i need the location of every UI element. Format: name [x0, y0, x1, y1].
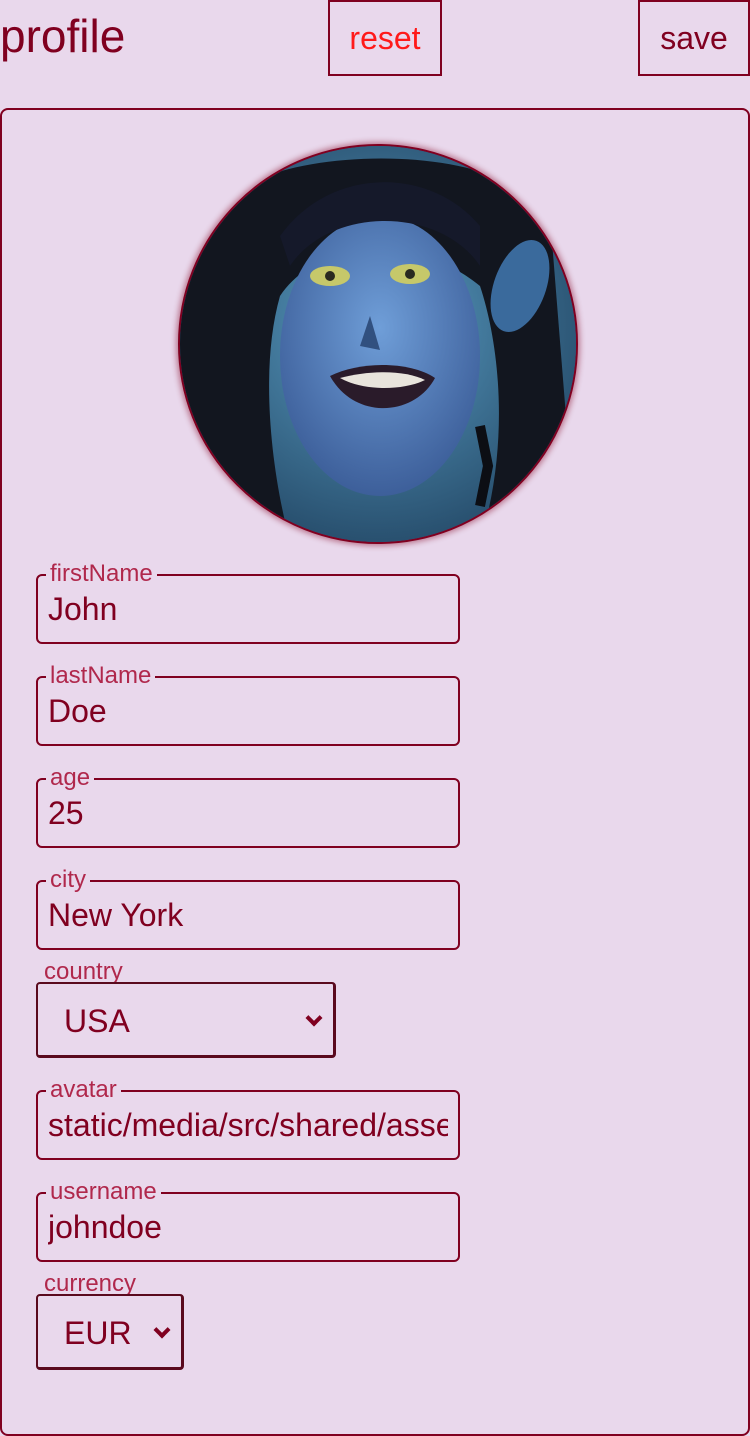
page-title: profile: [0, 10, 126, 62]
age-input[interactable]: 25: [48, 794, 448, 832]
last-name-input[interactable]: Doe: [48, 692, 448, 730]
avatar-field[interactable]: avatar static/media/src/shared/asse: [36, 1077, 460, 1160]
age-field[interactable]: age 25: [36, 765, 460, 848]
profile-page: profile reset save firstName John lastNa…: [0, 0, 750, 1436]
username-label: username: [46, 1179, 161, 1205]
currency-select-value: EUR: [64, 1315, 132, 1351]
reset-button[interactable]: reset: [328, 0, 442, 76]
avatar-image: [180, 146, 576, 542]
username-input[interactable]: johndoe: [48, 1208, 448, 1246]
city-field[interactable]: city New York: [36, 867, 460, 950]
chevron-down-icon: [153, 1321, 171, 1339]
last-name-field[interactable]: lastName Doe: [36, 663, 460, 746]
country-select-value: USA: [64, 1003, 130, 1039]
age-label: age: [46, 765, 95, 791]
first-name-field[interactable]: firstName John: [36, 561, 460, 644]
username-field[interactable]: username johndoe: [36, 1179, 460, 1262]
last-name-label: lastName: [46, 663, 156, 689]
city-input[interactable]: New York: [48, 896, 448, 934]
country-select[interactable]: USA: [36, 982, 336, 1058]
avatar: [178, 144, 578, 544]
save-button[interactable]: save: [638, 0, 750, 76]
currency-select[interactable]: EUR: [36, 1294, 184, 1370]
chevron-down-icon: [305, 1009, 323, 1027]
profile-card: firstName John lastName Doe age 25 city …: [0, 108, 750, 1436]
city-label: city: [46, 867, 90, 893]
avatar-label: avatar: [46, 1077, 121, 1103]
avatar-input[interactable]: static/media/src/shared/asse: [48, 1106, 448, 1144]
first-name-label: firstName: [46, 561, 157, 587]
first-name-input[interactable]: John: [48, 590, 448, 628]
